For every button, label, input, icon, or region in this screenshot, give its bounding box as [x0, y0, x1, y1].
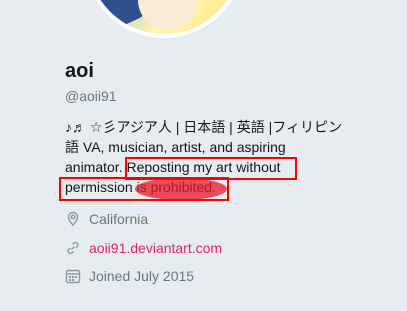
bio-line-1: ♪♬ ☆彡アジア人 | 日本語 | 英語 |フィリピン: [65, 119, 342, 135]
avatar-image[interactable]: Aoi: [84, 0, 244, 38]
location-pin-icon: [67, 211, 79, 227]
red-box-annotation-2: [59, 177, 229, 201]
profile-website[interactable]: aoii91.deviantart.com: [65, 240, 222, 256]
avatar[interactable]: Aoi: [84, 0, 244, 38]
profile-name: aoi: [65, 60, 94, 82]
bio-line-2: 語 VA, musician, artist, and aspiring: [65, 139, 286, 155]
profile-location: California: [65, 211, 148, 227]
website-link[interactable]: aoii91.deviantart.com: [89, 240, 222, 256]
profile-joined: Joined July 2015: [65, 268, 194, 284]
location-text: California: [89, 211, 149, 227]
calendar-icon: [65, 269, 81, 284]
avatar-face: [138, 0, 198, 30]
avatar-signature: Aoi: [203, 0, 224, 2]
joined-text: Joined July 2015: [89, 268, 195, 284]
link-icon: [67, 241, 79, 255]
profile-handle: @aoii91: [65, 88, 117, 104]
bio-line-3-pre: animator.: [65, 159, 127, 175]
